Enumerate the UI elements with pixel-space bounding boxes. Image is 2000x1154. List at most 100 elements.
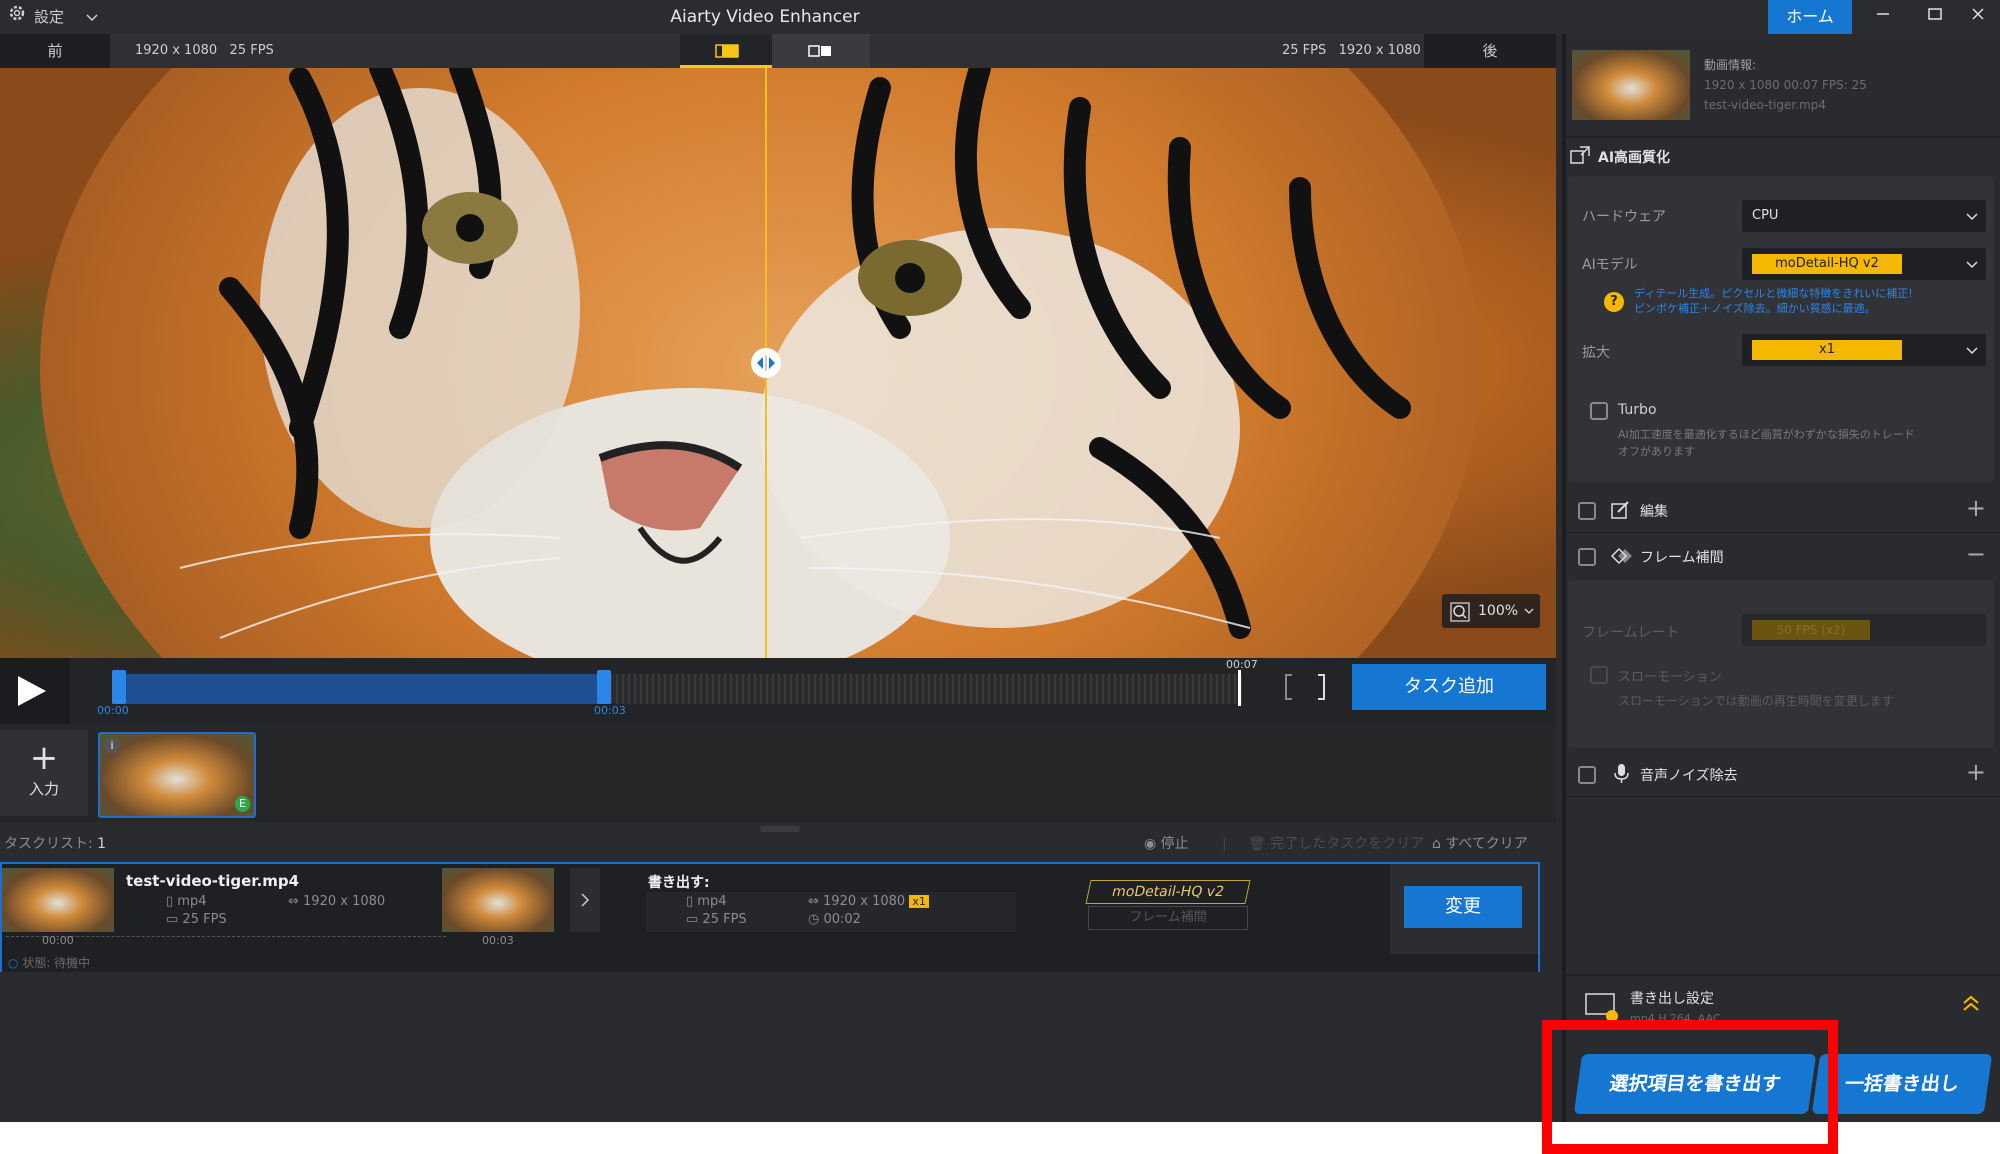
ai-model-value: moDetail-HQ v2: [1752, 254, 1902, 274]
close-button[interactable]: [1956, 0, 2000, 34]
clear-all-button[interactable]: ⌂ すべてクリア: [1432, 830, 1528, 858]
stop-button[interactable]: ◉ 停止: [1144, 830, 1189, 858]
home-button[interactable]: ホーム: [1768, 0, 1852, 34]
scale-value: x1: [1752, 340, 1902, 360]
double-chevron-up-icon[interactable]: [1962, 994, 1980, 1018]
hardware-label: ハードウェア: [1582, 209, 1666, 225]
separator: [1566, 136, 2000, 138]
out-resolution-value: 1920 x 1080: [823, 894, 906, 909]
frame-rate-label: フレームレート: [1582, 625, 1680, 641]
title-bar: 設定 Aiarty Video Enhancer ホーム: [0, 0, 2000, 34]
edit-label: 編集: [1640, 504, 1668, 520]
turbo-desc-line2: オフがあります: [1618, 445, 1695, 458]
ai-section-header: AI高画質化: [1570, 146, 1670, 168]
help-icon[interactable]: ?: [1604, 292, 1624, 312]
frame-rate-dropdown[interactable]: 50 FPS (x2): [1742, 614, 1986, 646]
timeline-bar: 00:00 00:03 00:07 タスク追加: [0, 658, 1556, 724]
frame-interp-checkbox[interactable]: [1578, 548, 1596, 566]
chevron-down-icon: [1966, 334, 1978, 379]
task-filename: test-video-tiger.mp4: [126, 872, 300, 890]
ai-model-label: AIモデル: [1582, 257, 1638, 273]
video-thumbnail[interactable]: i E: [98, 732, 256, 818]
bracket-trim-icon[interactable]: [1282, 672, 1328, 706]
add-input-button[interactable]: + 入力: [0, 730, 88, 816]
zoom-control[interactable]: 100%: [1442, 594, 1540, 628]
info-icon[interactable]: i: [104, 738, 120, 754]
status-dot-icon: ○: [8, 956, 19, 970]
audio-denoise-row[interactable]: 音声ノイズ除去 +: [1566, 752, 2000, 797]
hardware-value: CPU: [1752, 208, 1779, 223]
ai-model-dropdown[interactable]: moDetail-HQ v2: [1742, 248, 1986, 280]
trim-start-handle[interactable]: [112, 670, 126, 704]
clear-all-label: すべてクリア: [1445, 836, 1528, 852]
slowmo-checkbox[interactable]: [1590, 666, 1608, 684]
out-scale-badge: x1: [909, 895, 929, 908]
frame-interp-row[interactable]: フレーム補間 −: [1566, 534, 2000, 578]
hardware-dropdown[interactable]: CPU: [1742, 200, 1986, 232]
after-info: 25 FPS 1920 x 1080: [1282, 34, 1421, 68]
chevron-down-icon: [1966, 248, 1978, 293]
expand-plus-icon[interactable]: +: [1966, 758, 1986, 786]
timeline-end-time: 00:07: [1226, 658, 1258, 671]
change-button[interactable]: 変更: [1404, 886, 1522, 928]
slowmo-label: スローモーション: [1618, 670, 1722, 685]
tasklist-header: タスクリスト: 1 ◉ 停止 | 🗑 完了したタスクをクリア ⌂ すべてクリア: [0, 830, 1556, 858]
app-title: Aiarty Video Enhancer: [670, 7, 860, 27]
zoom-level: 100%: [1478, 603, 1519, 619]
preview-header: 前 1920 x 1080 25 FPS 25 FPS 1920 x 1080 …: [0, 34, 1556, 68]
stop-label: 停止: [1160, 836, 1189, 852]
edit-row[interactable]: 編集 +: [1566, 488, 2000, 533]
import-row: + 入力 i E: [0, 724, 1556, 822]
scale-dropdown[interactable]: x1: [1742, 334, 1986, 366]
ai-section-title: AI高画質化: [1598, 150, 1671, 166]
task-resolution-value: 1920 x 1080: [303, 894, 386, 909]
model-description: ディテール生成。ピクセルと微細な特徴をきれいに補正! ピンボケ補正＋ノイズ除去。…: [1634, 286, 1913, 316]
out-format: ▯ mp4: [686, 894, 727, 909]
playhead[interactable]: [1238, 670, 1241, 706]
frame-interp-box: フレームレート 50 FPS (x2) スローモーション スローモーションでは動…: [1568, 580, 1994, 748]
minimize-button[interactable]: [1858, 0, 1908, 34]
video-info: 動画情報: 1920 x 1080 00:07 FPS: 25 test-vid…: [1562, 50, 2000, 140]
chevron-right-icon: [570, 868, 600, 932]
turbo-checkbox[interactable]: [1590, 402, 1608, 420]
maximize-button[interactable]: [1910, 0, 1960, 34]
slowmo-description: スローモーションでは動画の再生時間を変更します: [1618, 694, 1894, 708]
play-button[interactable]: [0, 658, 70, 724]
task-status-text: 状態: 待機中: [22, 956, 91, 970]
trim-end-handle[interactable]: [597, 670, 611, 704]
edit-checkbox[interactable]: [1578, 502, 1596, 520]
ai-settings-box: ハードウェア CPU AIモデル moDetail-HQ v2 ? ディテール生…: [1568, 176, 1994, 482]
model-desc-line1: ディテール生成。ピクセルと微細な特徴をきれいに補正!: [1634, 287, 1913, 300]
broom-icon: ⌂: [1432, 836, 1441, 852]
out-fps-value: 25 FPS: [702, 912, 747, 927]
add-task-button[interactable]: タスク追加: [1352, 664, 1546, 710]
zoom-icon: [1450, 601, 1470, 635]
microphone-icon: [1610, 762, 1632, 788]
edit-icon: [1610, 500, 1630, 524]
expand-plus-icon[interactable]: +: [1966, 494, 1986, 522]
clear-done-button[interactable]: 🗑 完了したタスクをクリア: [1248, 830, 1424, 858]
timeline-selection[interactable]: [112, 674, 607, 704]
collapse-minus-icon[interactable]: −: [1966, 540, 1986, 568]
task-thumb-end: 00:03: [482, 934, 514, 947]
right-panel: 動画情報: 1920 x 1080 00:07 FPS: 25 test-vid…: [1562, 34, 2000, 1122]
timeline-start-time: 00:00: [97, 704, 129, 717]
turbo-label: Turbo: [1618, 402, 1657, 418]
side-by-side-view-button[interactable]: [772, 34, 870, 68]
split-handle-icon[interactable]: [751, 348, 781, 378]
stop-icon: ◉: [1144, 836, 1157, 852]
task-source-thumbnail: [2, 868, 114, 932]
scale-label: 拡大: [1582, 345, 1610, 361]
video-info-label: 動画情報:: [1704, 58, 1757, 72]
before-resolution: 1920 x 1080: [135, 43, 218, 58]
out-duration: ◷ 00:02: [808, 912, 861, 927]
divider: |: [1222, 836, 1227, 852]
export-settings-label[interactable]: 書き出し設定: [1630, 988, 1714, 1008]
task-item[interactable]: test-video-tiger.mp4 ▯ mp4 ▭ 25 FPS ⇔ 19…: [0, 862, 1540, 972]
split-view-button[interactable]: [680, 34, 772, 68]
frame-rate-value: 50 FPS (x2): [1752, 620, 1870, 640]
info-thumbnail: [1572, 50, 1690, 120]
out-resolution: ⇔ 1920 x 1080 x1: [808, 894, 929, 909]
export-all-button[interactable]: 一括書き出し: [1811, 1054, 1993, 1114]
audio-denoise-checkbox[interactable]: [1578, 766, 1596, 784]
